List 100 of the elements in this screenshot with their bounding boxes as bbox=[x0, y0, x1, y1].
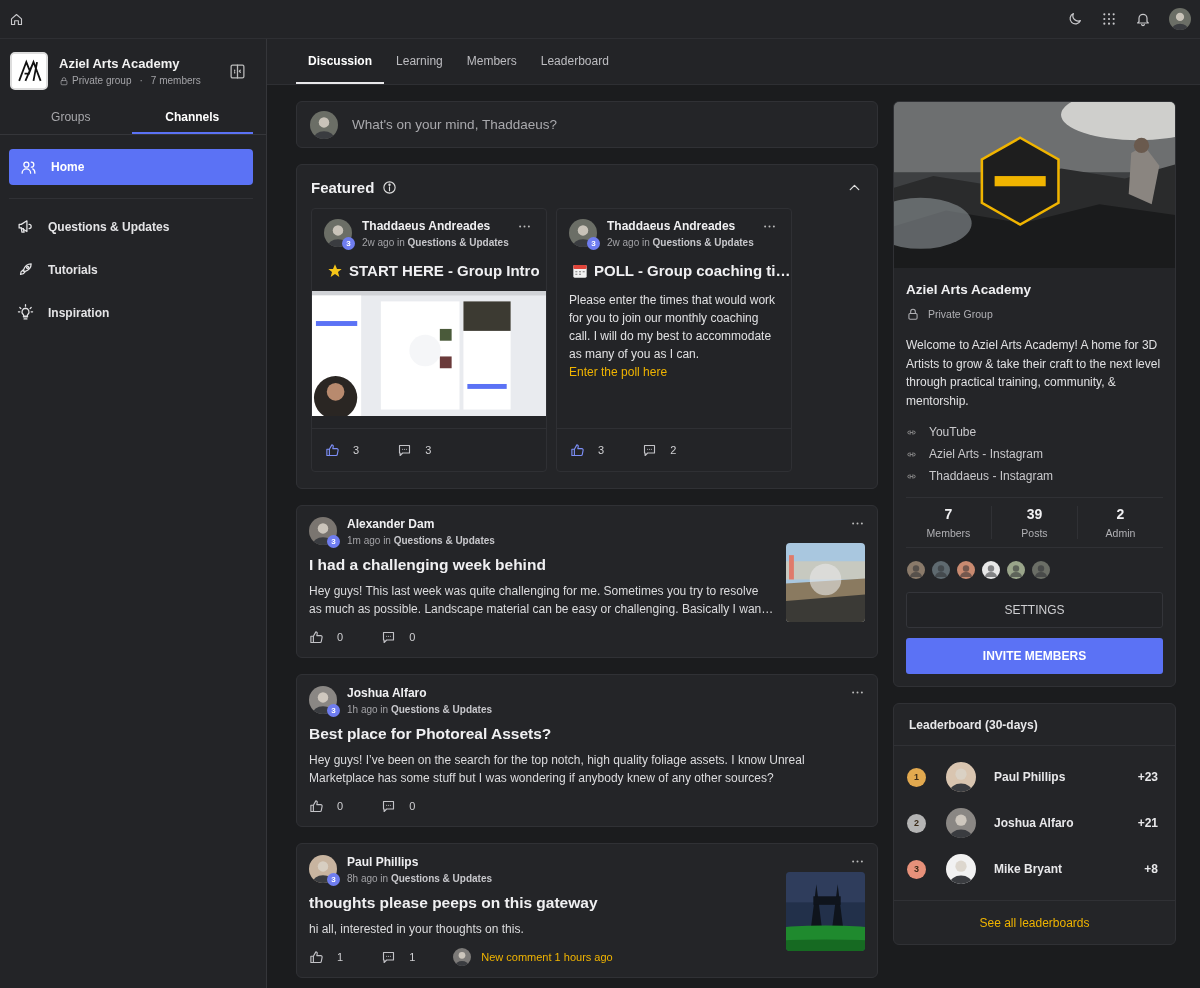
sidebar-item[interactable]: Home bbox=[9, 149, 253, 185]
leaderboard-title: Leaderboard (30-days) bbox=[894, 704, 1175, 746]
author-name[interactable]: Thaddaeus Andreades bbox=[362, 219, 534, 233]
member-name[interactable]: Paul Phillips bbox=[994, 770, 1138, 784]
group-link[interactable]: Thaddaeus - Instagram bbox=[929, 469, 1054, 483]
like-count: 1 bbox=[337, 951, 344, 963]
avatar bbox=[946, 808, 976, 838]
author-name[interactable]: Paul Phillips bbox=[347, 855, 774, 869]
member-avatar[interactable] bbox=[982, 561, 1000, 579]
comment-icon[interactable] bbox=[381, 629, 397, 645]
new-comment-link[interactable]: New comment 1 hours ago bbox=[481, 951, 613, 963]
group-privacy: Private group bbox=[72, 75, 132, 86]
calendar-icon bbox=[572, 262, 588, 279]
post-meta: 2w ago in Questions & Updates bbox=[362, 237, 510, 248]
sidebar-item[interactable]: Inspiration bbox=[9, 291, 253, 334]
group-name: Aziel Arts Academy bbox=[59, 56, 181, 71]
like-count: 3 bbox=[598, 444, 605, 456]
rank-medal: 2 bbox=[907, 813, 926, 833]
star-icon bbox=[327, 262, 343, 279]
settings-button[interactable]: SETTINGS bbox=[906, 592, 1163, 628]
avatar bbox=[309, 686, 337, 714]
lock-icon bbox=[906, 307, 920, 321]
like-icon[interactable] bbox=[570, 442, 585, 458]
member-name[interactable]: Mike Bryant bbox=[994, 862, 1145, 876]
member-count: 7 members bbox=[150, 75, 201, 86]
rank-badge: 3 bbox=[587, 237, 600, 250]
sidebar-toggle-icon[interactable] bbox=[229, 62, 246, 80]
post-composer-field[interactable]: What's on your mind, Thaddaeus? bbox=[352, 117, 864, 132]
feed-tab[interactable]: Discussion bbox=[296, 39, 385, 84]
comment-count: 0 bbox=[409, 631, 416, 643]
comment-icon[interactable] bbox=[397, 442, 413, 458]
post-card[interactable] bbox=[296, 505, 878, 658]
post-card[interactable] bbox=[296, 674, 878, 827]
post-title: thoughts please peeps on this gateway bbox=[309, 894, 599, 912]
feed-tab[interactable]: Leaderboard bbox=[528, 39, 621, 84]
like-icon[interactable] bbox=[309, 629, 324, 645]
comment-count: 3 bbox=[425, 444, 432, 456]
group-logo bbox=[10, 52, 48, 90]
avatar bbox=[946, 762, 976, 792]
sidebar-tab[interactable]: Groups bbox=[10, 101, 132, 134]
post-title: POLL - Group coaching ti… bbox=[594, 262, 791, 279]
featured-post-card[interactable] bbox=[556, 208, 792, 472]
like-count: 3 bbox=[353, 444, 360, 456]
sidebar-tab[interactable]: Channels bbox=[131, 101, 253, 134]
comment-count: 2 bbox=[670, 444, 677, 456]
avatar bbox=[324, 219, 352, 247]
post-meta: 1m ago in Questions & Updates bbox=[347, 535, 496, 546]
author-name[interactable]: Joshua Alfaro bbox=[347, 686, 865, 700]
avatar bbox=[310, 110, 338, 139]
feed-tab[interactable]: Learning bbox=[384, 39, 455, 84]
lock-icon bbox=[59, 75, 69, 86]
separator-dot: · bbox=[139, 75, 143, 86]
comment-icon[interactable] bbox=[381, 798, 397, 814]
invite-button[interactable]: INVITE MEMBERS bbox=[906, 638, 1163, 674]
comment-count: 1 bbox=[409, 951, 416, 963]
like-count: 0 bbox=[337, 631, 344, 643]
avatar bbox=[569, 219, 597, 247]
author-name[interactable]: Alexander Dam bbox=[347, 517, 774, 531]
rank-medal: 1 bbox=[907, 767, 926, 787]
post-title: I had a challenging week behind bbox=[309, 556, 547, 574]
see-all-link[interactable]: See all leaderboards bbox=[979, 915, 1090, 930]
featured-post-card[interactable]: 3 Thaddaeus Andreades 2w ago in Questions & Updates START HERE - Group Intro 3 3 bbox=[311, 208, 547, 472]
stat-value: 39 bbox=[1025, 506, 1044, 522]
comment-icon[interactable] bbox=[381, 949, 397, 965]
post-meta: 1h ago in Questions & Updates bbox=[347, 704, 494, 715]
member-name[interactable]: Joshua Alfaro bbox=[994, 816, 1138, 830]
apps-grid-icon[interactable] bbox=[1101, 11, 1117, 27]
poll-link[interactable]: Enter the poll here bbox=[569, 365, 668, 379]
home-icon[interactable] bbox=[9, 11, 24, 27]
bell-icon[interactable] bbox=[1135, 11, 1151, 27]
member-avatar[interactable] bbox=[1007, 561, 1025, 579]
group-link[interactable]: YouTube bbox=[929, 425, 977, 439]
like-icon[interactable] bbox=[309, 949, 324, 965]
post-body: hi all, interested in your thoughts on this. bbox=[309, 921, 525, 938]
member-avatar[interactable] bbox=[957, 561, 975, 579]
megaphone-icon bbox=[17, 218, 34, 235]
like-icon[interactable] bbox=[309, 798, 324, 814]
points: +23 bbox=[1137, 770, 1158, 784]
group-name: Aziel Arts Academy bbox=[906, 282, 1033, 297]
rank-badge: 3 bbox=[342, 237, 355, 250]
rank-badge: 3 bbox=[327, 873, 340, 886]
group-link[interactable]: Aziel Arts - Instagram bbox=[929, 447, 1044, 461]
rank-badge: 3 bbox=[327, 704, 340, 717]
like-count: 0 bbox=[337, 800, 344, 812]
moon-icon[interactable] bbox=[1067, 11, 1083, 27]
post-composer[interactable]: What's on your mind, Thaddaeus? bbox=[296, 101, 878, 148]
group-description: Welcome to Aziel Arts Academy! A home for 3D Artists to grow & take their craft to the next level through practical training, community, & mentorship. bbox=[906, 337, 1162, 410]
points: +8 bbox=[1144, 862, 1158, 876]
feed-tab[interactable]: Members bbox=[454, 39, 529, 84]
stat-value: 2 bbox=[1115, 506, 1126, 522]
post-meta: 8h ago in Questions & Updates bbox=[347, 873, 494, 884]
like-icon[interactable] bbox=[325, 442, 340, 458]
avatar bbox=[309, 517, 337, 545]
comment-count: 0 bbox=[409, 800, 416, 812]
comment-icon[interactable] bbox=[642, 442, 658, 458]
group-privacy: Private Group bbox=[928, 308, 993, 320]
sidebar-item[interactable]: Tutorials bbox=[9, 248, 253, 291]
sidebar-item[interactable]: Questions & Updates bbox=[9, 205, 253, 248]
author-name[interactable]: Thaddaeus Andreades bbox=[607, 219, 779, 233]
post-card[interactable]: 3 Paul Phillips 8h ago in Questions & Updates thoughts please peeps on this gateway hi all, interested in your thoughts on this. 1 1 New comment 1 hours ago bbox=[296, 843, 878, 978]
